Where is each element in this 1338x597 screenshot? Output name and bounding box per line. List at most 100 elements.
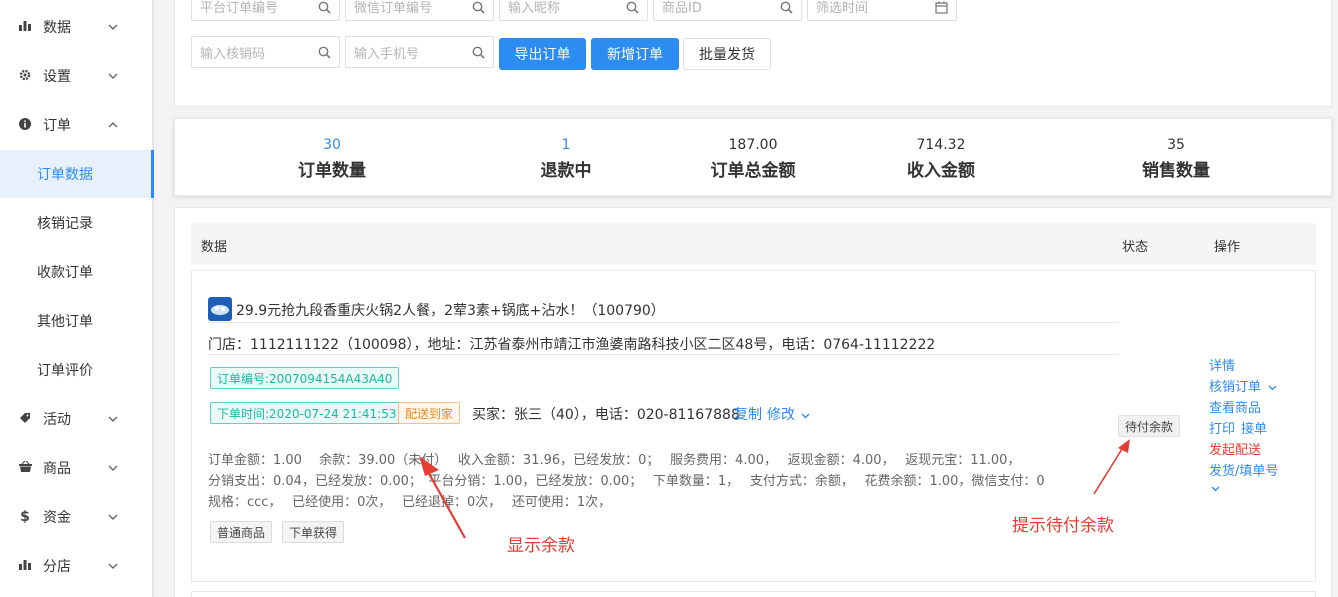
stat-sales-count: 35 销售数量: [1096, 134, 1256, 181]
sidebar: 数据 设置 订单 订单数据 核销记录 收款订单 其他订单 订单评价 活动 商品 …: [0, 0, 154, 597]
basket-icon: [17, 460, 33, 475]
column-header-status: 状态: [1122, 240, 1149, 255]
sidebar-subitem-payment-orders[interactable]: 收款订单: [0, 248, 152, 296]
product-id-input[interactable]: 商品ID: [653, 0, 802, 21]
edit-link[interactable]: 修改: [767, 404, 810, 424]
column-header-data: 数据: [201, 240, 228, 255]
chevron-down-icon[interactable]: [1211, 486, 1220, 492]
verify-code-input[interactable]: 输入核销码: [191, 36, 340, 68]
next-order-row: [191, 591, 1316, 597]
annotation-pending-balance: 提示待付余款: [1012, 516, 1114, 536]
platform-order-no-input[interactable]: 平台订单编号: [191, 0, 340, 21]
verify-order-link[interactable]: 核销订单: [1209, 376, 1277, 395]
sidebar-item-label: 资金: [43, 510, 71, 526]
phone-input[interactable]: 输入手机号: [345, 36, 494, 68]
stat-label: 退款中: [540, 161, 592, 181]
placeholder: 输入核销码: [200, 46, 266, 62]
filter-panel: 平台订单编号 微信订单编号 输入昵称 商品ID 筛选时间 输入核销码 输入手机号…: [174, 0, 1332, 107]
bulk-ship-button[interactable]: 批量发货: [683, 38, 771, 70]
detail-link[interactable]: 详情: [1209, 355, 1235, 374]
sidebar-item-activity[interactable]: 活动: [0, 395, 152, 443]
annotation-arrow: [1093, 439, 1130, 495]
sidebar-item-settings[interactable]: 设置: [0, 52, 152, 100]
table-header: 数据 状态 操作: [191, 223, 1316, 265]
add-order-button[interactable]: 新增订单: [591, 38, 679, 70]
nickname-input[interactable]: 输入昵称: [499, 0, 648, 21]
view-goods-link[interactable]: 查看商品: [1209, 397, 1261, 416]
sidebar-item-products[interactable]: 商品: [0, 444, 152, 492]
stat-value: 1: [561, 137, 571, 153]
stat-total-amount: 187.00 订单总金额: [673, 134, 833, 181]
accept-link[interactable]: 接单: [1241, 418, 1267, 437]
column-header-action: 操作: [1214, 240, 1241, 255]
edit-label: 修改: [767, 407, 795, 423]
stat-order-count: 30 订单数量: [252, 134, 412, 181]
dollar-icon: $: [20, 509, 30, 525]
product-type-tag: 普通商品: [210, 521, 273, 543]
calendar-icon: [935, 1, 948, 14]
filter-time-input[interactable]: 筛选时间: [807, 0, 957, 21]
annotation-arrow: [419, 456, 466, 539]
sidebar-item-branches[interactable]: 分店: [0, 542, 152, 590]
gear-icon: [17, 69, 33, 84]
sidebar-subitem-other-orders[interactable]: 其他订单: [0, 297, 152, 345]
order-row: 29.9元抢九段香重庆火锅2人餐，2荤3素+锅底+沾水！（100790） 门店：…: [191, 270, 1316, 582]
stat-value: 35: [1167, 137, 1185, 153]
amount-line-1: 订单金额：1.00 余款：39.00（未付） 收入金额：31.96，已经发放：0…: [208, 453, 1021, 468]
stat-value: 187.00: [728, 137, 778, 153]
chevron-down-icon: [108, 561, 118, 571]
sidebar-item-data[interactable]: 数据: [0, 3, 152, 51]
divider: [208, 354, 1118, 355]
search-icon: [626, 1, 639, 14]
export-orders-button[interactable]: 导出订单: [499, 38, 586, 70]
stat-income: 714.32 收入金额: [861, 134, 1021, 181]
verify-label: 核销订单: [1209, 380, 1262, 395]
divider: [208, 322, 1118, 323]
bar-chart-icon: [17, 20, 33, 34]
chevron-down-icon: [801, 413, 810, 419]
sidebar-item-label: 分店: [43, 559, 71, 575]
sidebar-item-label: 设置: [43, 69, 71, 85]
chevron-down-icon: [108, 463, 118, 473]
stat-label: 收入金额: [907, 161, 975, 181]
delivery-tag: 配送到家: [398, 402, 461, 424]
wechat-order-no-input[interactable]: 微信订单编号: [345, 0, 494, 21]
placeholder: 平台订单编号: [200, 0, 279, 16]
print-link[interactable]: 打印: [1209, 418, 1235, 437]
acquire-type-tag: 下单获得: [282, 521, 345, 543]
info-circle-icon: [17, 117, 33, 133]
sidebar-subitem-order-data[interactable]: 订单数据: [0, 150, 154, 198]
search-icon: [318, 46, 331, 59]
buyer-info: 买家：张三（40），电话：020-81167888: [472, 407, 740, 423]
stat-refunding: 1 退款中: [486, 134, 646, 181]
product-title[interactable]: 29.9元抢九段香重庆火锅2人餐，2荤3素+锅底+沾水！（100790）: [236, 300, 665, 320]
chevron-down-icon: [108, 512, 118, 522]
stat-value: 30: [323, 137, 341, 153]
placeholder: 筛选时间: [816, 0, 869, 16]
tag-icon: [17, 412, 33, 427]
placeholder: 商品ID: [662, 0, 702, 16]
stat-label: 订单数量: [298, 161, 366, 181]
amount-line-2: 分销支出：0.04，已经发放：0.00； 平台分销：1.00，已经发放：0.00…: [208, 474, 1045, 489]
chevron-up-icon: [108, 120, 118, 130]
amount-line-3: 规格：ccc， 已经使用：0次， 已经退掉：0次， 还可使用：1次，: [208, 495, 612, 510]
start-delivery-link[interactable]: 发起配送: [1209, 439, 1261, 458]
search-icon: [472, 46, 485, 59]
sidebar-subitem-order-reviews[interactable]: 订单评价: [0, 346, 152, 394]
order-number-tag: 订单编号:2007094154A43A40: [210, 367, 400, 389]
sidebar-item-label: 订单: [43, 118, 71, 134]
ship-link[interactable]: 发货/填单号: [1209, 460, 1278, 479]
placeholder: 微信订单编号: [354, 0, 433, 16]
stat-label: 订单总金额: [710, 161, 796, 181]
chevron-down-icon: [108, 71, 118, 81]
sidebar-item-orders[interactable]: 订单: [0, 101, 152, 149]
product-thumbnail[interactable]: [208, 297, 232, 321]
copy-link[interactable]: 复制: [734, 404, 762, 424]
status-badge: 待付余款: [1118, 415, 1181, 437]
bar-chart-icon: [17, 559, 33, 573]
sidebar-subitem-verify-records[interactable]: 核销记录: [0, 199, 152, 247]
chevron-down-icon: [108, 22, 118, 32]
sidebar-item-label: 数据: [43, 20, 71, 36]
sidebar-item-funds[interactable]: $ 资金: [0, 493, 152, 541]
search-icon: [472, 1, 485, 14]
